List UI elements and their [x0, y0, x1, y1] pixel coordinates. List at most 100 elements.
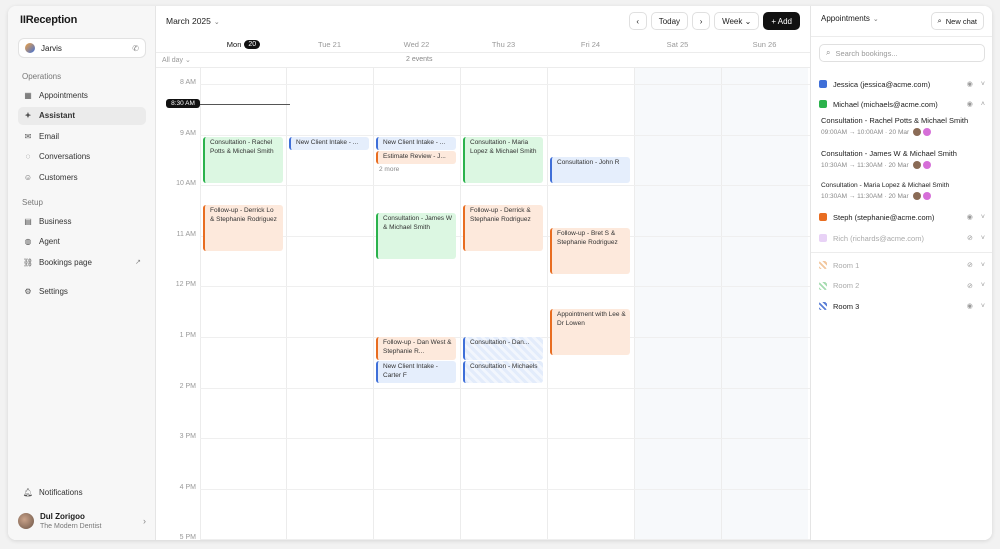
day-header[interactable]: Wed 22	[373, 36, 460, 52]
eye-off-icon[interactable]: ⊘	[967, 261, 973, 269]
booking-item[interactable]: Consultation - Maria Lopez & Michael Smi…	[821, 182, 985, 200]
eye-icon[interactable]: ◉	[967, 302, 973, 310]
chevron-down-icon: ⌄	[872, 16, 879, 23]
calendar-filter-row[interactable]: Steph (stephanie@acme.com) ◉ ˅	[819, 210, 985, 224]
sidebar-item-agent[interactable]: ◍ Agent	[18, 233, 146, 251]
calendar-event[interactable]: Follow-up - Dan West & Stephanie R...	[376, 337, 456, 360]
sidebar-item-customers[interactable]: ☺ Customers	[18, 168, 146, 186]
chevron-icon[interactable]: ˅	[981, 214, 985, 221]
hour-label: 5 PM	[179, 534, 196, 540]
chevron-icon[interactable]: ˄	[981, 101, 985, 108]
sidebar-item-label: Customers	[39, 172, 78, 182]
avatar	[923, 128, 932, 136]
hour-label: 8 AM	[180, 79, 196, 86]
current-time-line	[200, 104, 290, 105]
calendar-color-swatch	[819, 234, 827, 242]
sidebar-item-assistant[interactable]: ✦ Assistant	[18, 106, 146, 125]
prev-week-button[interactable]: ‹	[628, 12, 647, 30]
day-column[interactable]	[547, 68, 634, 540]
hour-line	[200, 84, 810, 85]
divider	[811, 36, 992, 37]
sidebar-item-business[interactable]: ▤ Business	[18, 212, 146, 230]
chevron-down-icon[interactable]: ˅	[981, 282, 985, 289]
chevron-icon[interactable]: ˅	[981, 81, 985, 88]
hour-line	[200, 539, 810, 540]
search-input[interactable]: ⌕ Search bookings...	[819, 44, 985, 62]
assistant-selector[interactable]: Jarvis ✆	[18, 38, 146, 58]
eye-icon[interactable]: ◉	[967, 80, 973, 88]
view-selector[interactable]: Week ⌄	[714, 12, 760, 30]
room-filter-row[interactable]: Room 3 ◉ ˅	[819, 299, 985, 313]
avatar	[913, 128, 922, 136]
calendar-event[interactable]: Consultation - Michaels	[463, 361, 543, 383]
hour-line	[200, 134, 810, 136]
eye-icon[interactable]: ◉	[967, 100, 973, 108]
calendar-filter-row[interactable]: Michael (michaels@acme.com) ◉ ˄	[819, 97, 985, 111]
panel-title-selector[interactable]: Appointments ⌄	[821, 14, 879, 23]
chevron-down-icon[interactable]: ˅	[981, 303, 985, 310]
new-chat-button[interactable]: ⌕ New chat	[930, 12, 984, 30]
calendar-filter-row[interactable]: Rich (richards@acme.com) ⊘ ˅	[819, 231, 985, 245]
sidebar-item-bookings-page[interactable]: ⛓ Bookings page ↗	[18, 253, 146, 271]
more-events-link[interactable]: 2 more	[379, 166, 399, 173]
calendar-event[interactable]: Consultation - Rachel Potts & Michael Sm…	[203, 137, 283, 183]
calendar-grid[interactable]: 8 AM 9 AM 10 AM 11 AM 12 PM 1 PM 2 PM 3 PM 4 PM 5…	[156, 68, 810, 540]
calendar-event[interactable]: Follow-up - Derrick & Stephanie Rodrigue…	[463, 205, 543, 251]
calendar-event[interactable]: Follow-up - Derrick Lo & Stephanie Rodri…	[203, 205, 283, 251]
user-profile[interactable]: Dul Zorigoo The Modern Dentist ›	[18, 508, 146, 534]
hour-label: 10 AM	[176, 180, 196, 188]
sidebar-item-conversations[interactable]: ◌ Conversations	[18, 148, 146, 166]
avatar	[912, 161, 921, 169]
calendar-filter-row[interactable]: Jessica (jessica@acme.com) ◉ ˅	[819, 77, 985, 91]
all-day-events-count[interactable]: 2 events	[406, 56, 432, 63]
calendar-event[interactable]: Consultation - Maria Lopez & Michael Smi…	[463, 137, 543, 183]
room-filter-row[interactable]: Room 2 ⊘ ˅	[819, 279, 985, 293]
room-filter-row[interactable]: Room 1 ⊘ ˅	[819, 258, 985, 272]
booking-title: Consultation - Rachel Potts & Michael Sm…	[821, 116, 969, 125]
sidebar-item-email[interactable]: ✉ Email	[18, 127, 146, 145]
eye-icon[interactable]: ◉	[967, 213, 973, 221]
sidebar-item-notifications[interactable]: 🔔︎ Notifications	[18, 483, 146, 501]
calendar-event[interactable]: Estimate Review - J...	[376, 151, 456, 164]
calendar-event[interactable]: New Client Intake - ...	[376, 137, 456, 150]
calendar-color-swatch	[819, 100, 827, 108]
day-header[interactable]: Tue 21	[286, 36, 373, 52]
booking-item[interactable]: Consultation - Rachel Potts & Michael Sm…	[821, 116, 985, 136]
calendar-event[interactable]: New Client Intake - Carter F	[376, 361, 456, 383]
next-week-button[interactable]: ›	[692, 12, 711, 30]
hour-label: 12 PM	[175, 281, 196, 289]
sidebar-item-appointments[interactable]: ▦ Appointments	[18, 86, 146, 104]
calendar-event[interactable]: Follow-up - Bret S & Stephanie Rodriguez	[550, 228, 630, 274]
day-headers: Mon 20 Tue 21 Wed 22 Thu 23 Fri 24 Sat 25 Sun 2…	[200, 36, 810, 52]
hour-label: 2 PM	[179, 382, 196, 390]
add-button[interactable]: + Add	[763, 12, 800, 30]
day-column[interactable]	[721, 68, 808, 540]
day-header[interactable]: Sat 25	[634, 36, 721, 52]
sidebar-item-settings[interactable]: ⚙ Settings	[18, 282, 146, 300]
hour-line	[200, 387, 810, 389]
chevron-right-icon: ›	[699, 16, 703, 26]
month-selector[interactable]: March 2025 ⌄	[166, 16, 220, 26]
day-header[interactable]: Mon 20	[200, 36, 287, 52]
day-column[interactable]	[634, 68, 721, 540]
hour-line	[200, 488, 810, 490]
today-button[interactable]: Today	[650, 12, 689, 30]
day-header[interactable]: Fri 24	[547, 36, 634, 52]
calendar-event[interactable]: Consultation - James W & Michael Smith	[376, 213, 456, 259]
calendar-event[interactable]: Consultation - Dan...	[463, 337, 543, 360]
booking-item[interactable]: Consultation - James W & Michael Smith 10…	[821, 149, 985, 169]
sidebar-item-label: Appointments	[39, 90, 88, 100]
calendar-event[interactable]: Consultation - John R	[550, 157, 630, 183]
calendar-event[interactable]: Appointment with Lee & Dr Lowen	[550, 309, 630, 355]
setup-section-label: Setup	[22, 198, 43, 207]
calendar-event[interactable]: New Client Intake - ...	[289, 137, 369, 150]
chevron-down-icon[interactable]: ˅	[981, 262, 985, 269]
eye-off-icon[interactable]: ⊘	[967, 234, 973, 242]
eye-off-icon[interactable]: ⊘	[967, 282, 973, 290]
gear-icon: ⚙	[24, 286, 32, 296]
day-header[interactable]: Thu 23	[460, 36, 547, 52]
view-label: Week	[722, 16, 743, 26]
chevron-icon[interactable]: ˅	[981, 235, 985, 242]
phone-icon: ✆	[132, 43, 139, 53]
day-header[interactable]: Sun 26	[721, 36, 808, 52]
